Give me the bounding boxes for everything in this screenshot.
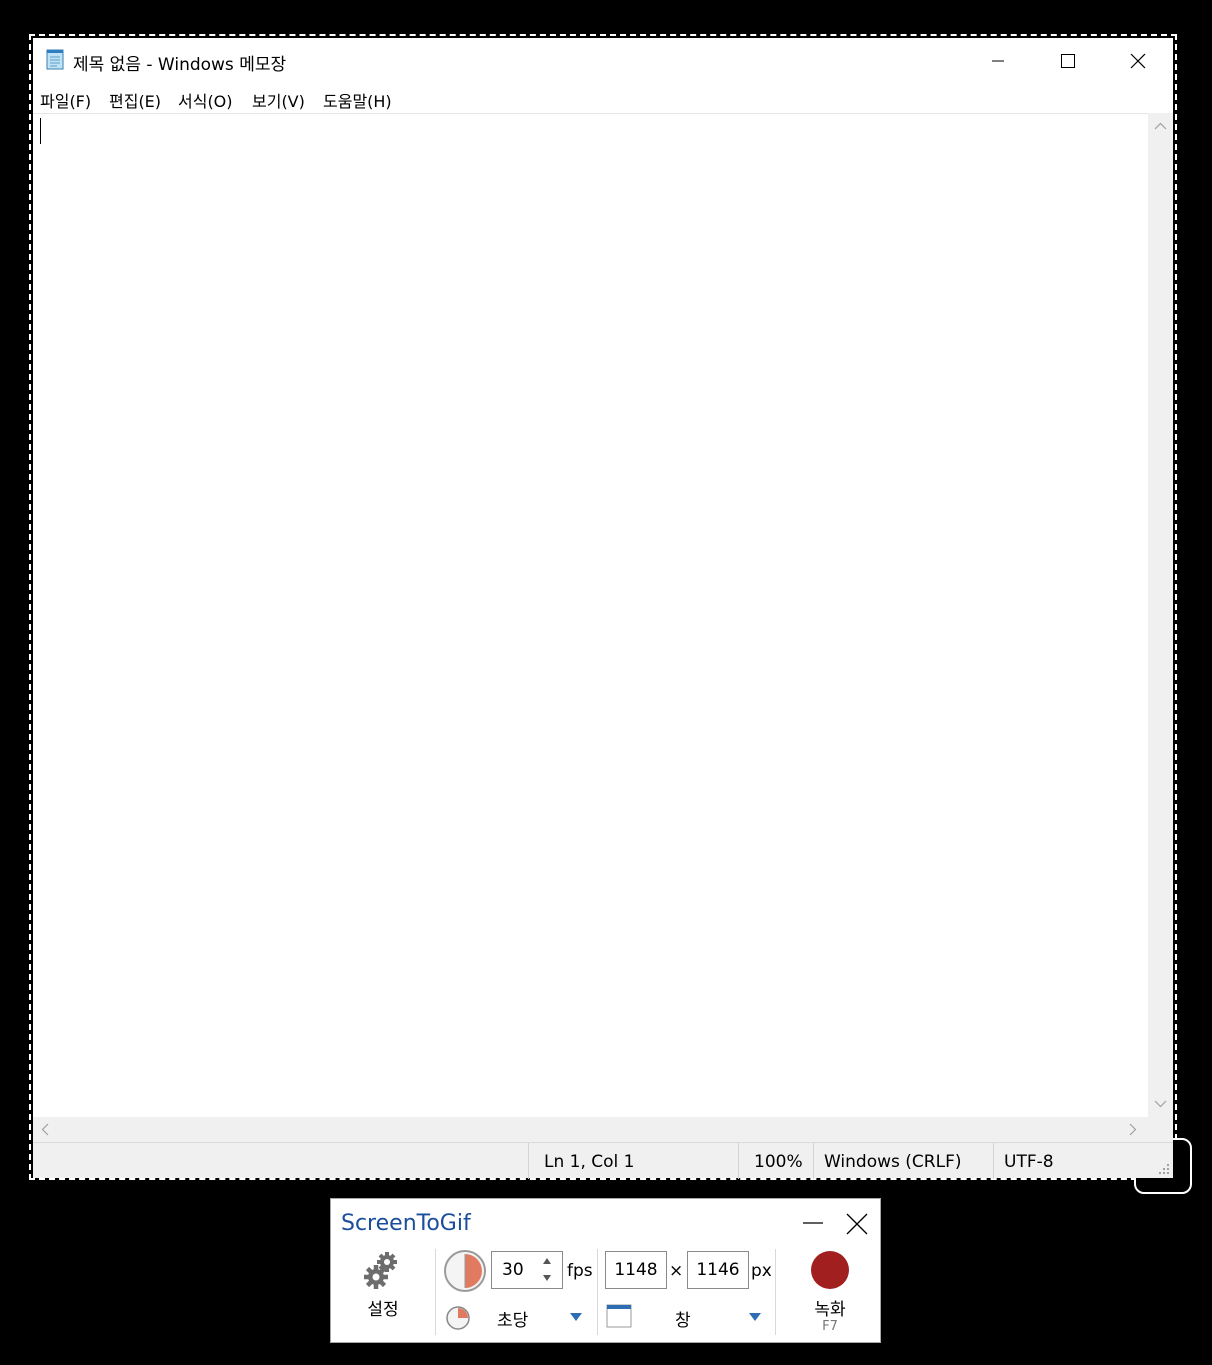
spin-down-icon[interactable] xyxy=(542,1274,552,1282)
maximize-button[interactable] xyxy=(1033,38,1103,84)
capture-mode-combo[interactable]: 창 xyxy=(633,1299,773,1335)
menu-help[interactable]: 도움말(H) xyxy=(323,88,392,112)
menu-edit[interactable]: 편집(E) xyxy=(109,88,161,112)
menu-file[interactable]: 파일(F) xyxy=(40,88,91,112)
spin-up-icon[interactable] xyxy=(542,1257,552,1265)
minimize-button[interactable] xyxy=(963,38,1033,84)
height-input[interactable]: 1146 xyxy=(687,1251,749,1289)
width-value: 1148 xyxy=(614,1260,658,1280)
window-mode-icon xyxy=(606,1304,632,1328)
fps-unit-label: fps xyxy=(567,1261,593,1281)
menu-bar: 파일(F) 편집(E) 서식(O) 보기(V) 도움말(H) xyxy=(33,84,1173,112)
size-unit-label: px xyxy=(751,1261,772,1281)
scroll-right-icon[interactable] xyxy=(1129,1123,1137,1136)
maximize-icon xyxy=(1061,54,1075,68)
height-value: 1146 xyxy=(696,1260,740,1280)
fps-input[interactable]: 30 xyxy=(491,1251,563,1289)
status-line-ending: Windows (CRLF) xyxy=(813,1143,993,1179)
notepad-icon xyxy=(46,49,64,70)
close-button[interactable] xyxy=(1103,38,1173,84)
record-icon xyxy=(811,1251,849,1289)
separator xyxy=(435,1249,436,1335)
window-title: 제목 없음 - Windows 메모장 xyxy=(73,55,287,75)
chevron-down-icon xyxy=(749,1313,761,1321)
chevron-down-icon xyxy=(570,1313,582,1321)
fps-value: 30 xyxy=(502,1260,524,1280)
close-icon[interactable] xyxy=(841,1209,873,1239)
times-symbol: × xyxy=(669,1261,684,1281)
frequency-mode-value: 초당 xyxy=(497,1311,529,1331)
record-label: 녹화 xyxy=(814,1300,846,1320)
status-bar: Ln 1, Col 1 100% Windows (CRLF) UTF-8 xyxy=(33,1142,1173,1179)
scroll-down-icon[interactable] xyxy=(1154,1100,1167,1108)
text-caret xyxy=(40,118,41,144)
settings-label: 설정 xyxy=(367,1300,399,1320)
close-icon xyxy=(1130,53,1146,69)
scroll-corner xyxy=(1148,1117,1173,1142)
separator xyxy=(597,1249,598,1335)
settings-button[interactable]: 설정 xyxy=(351,1249,415,1329)
menu-format[interactable]: 서식(O) xyxy=(178,88,233,112)
separator xyxy=(775,1249,776,1335)
scroll-up-icon[interactable] xyxy=(1154,122,1167,130)
record-shortcut: F7 xyxy=(822,1319,838,1334)
horizontal-scrollbar[interactable] xyxy=(33,1117,1148,1142)
frequency-combo[interactable]: 초당 xyxy=(471,1299,591,1335)
status-zoom: 100% xyxy=(738,1143,813,1179)
gear-icon xyxy=(364,1252,397,1289)
text-editor[interactable] xyxy=(33,113,1148,1118)
vertical-scrollbar[interactable] xyxy=(1148,113,1173,1117)
status-cursor-position: Ln 1, Col 1 xyxy=(528,1143,738,1179)
width-input[interactable]: 1148 xyxy=(605,1251,667,1289)
resize-grip-icon[interactable] xyxy=(1158,1163,1170,1175)
recorder-title: ScreenToGif xyxy=(341,1211,471,1236)
minimize-icon[interactable] xyxy=(797,1209,829,1237)
screentogif-recorder: ScreenToGif 설정 30 fps 초당 1148 × 1146 px … xyxy=(330,1198,881,1343)
minimize-icon xyxy=(992,60,1004,62)
record-button[interactable]: 녹화 F7 xyxy=(799,1249,859,1339)
menu-view[interactable]: 보기(V) xyxy=(252,88,305,112)
scroll-left-icon[interactable] xyxy=(41,1123,49,1136)
capture-mode-value: 창 xyxy=(675,1311,691,1331)
status-encoding: UTF-8 xyxy=(993,1143,1173,1179)
notepad-titlebar[interactable]: 제목 없음 - Windows 메모장 xyxy=(33,38,1173,84)
fps-dial-icon xyxy=(444,1250,486,1292)
frequency-icon xyxy=(446,1306,470,1330)
notepad-window: 제목 없음 - Windows 메모장 파일(F) 편집(E) 서식(O) 보기… xyxy=(33,38,1173,1179)
